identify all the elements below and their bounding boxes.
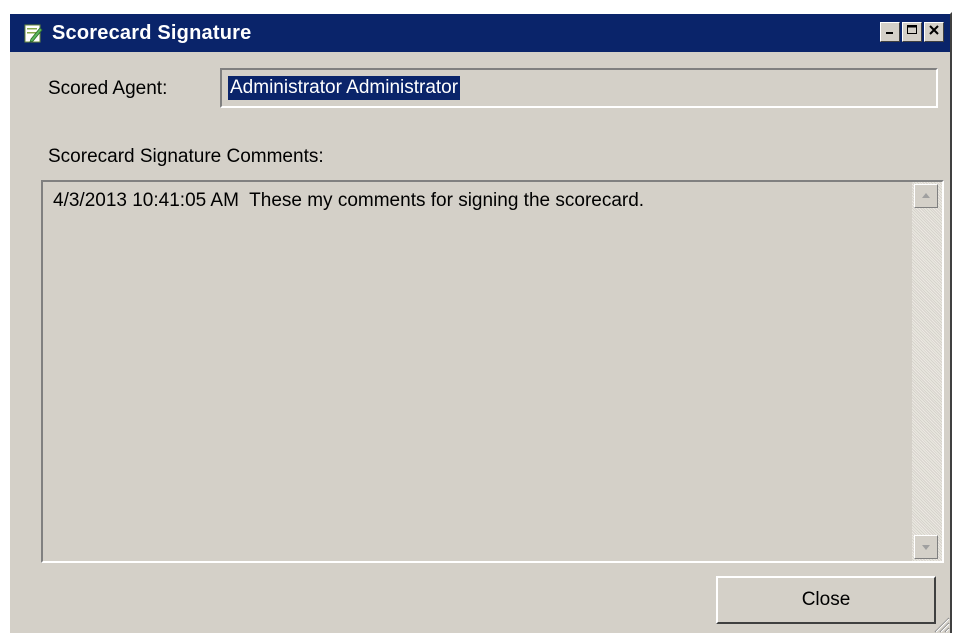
signature-comments-textarea[interactable]: 4/3/2013 10:41:05 AM These my comments f…	[41, 180, 944, 563]
close-icon	[928, 23, 940, 41]
scored-agent-label: Scored Agent:	[48, 78, 168, 99]
scored-agent-value: Administrator Administrator	[228, 76, 461, 100]
scorecard-signature-dialog: Scorecard Signature Scored Agent: Admini…	[8, 12, 952, 633]
document-edit-icon	[22, 22, 44, 44]
close-window-button[interactable]	[924, 22, 944, 42]
window-controls	[880, 22, 944, 42]
maximize-icon	[906, 23, 918, 41]
scroll-up-button[interactable]	[914, 184, 938, 208]
scroll-down-button[interactable]	[914, 535, 938, 559]
comments-text: 4/3/2013 10:41:05 AM These my comments f…	[53, 190, 645, 211]
vertical-scrollbar[interactable]	[912, 182, 942, 561]
arrow-down-icon	[921, 538, 931, 556]
scored-agent-field[interactable]: Administrator Administrator	[220, 68, 938, 108]
window-title: Scorecard Signature	[52, 21, 252, 44]
minimize-icon	[884, 23, 896, 41]
resize-grip-icon[interactable]	[930, 613, 950, 633]
arrow-up-icon	[921, 187, 931, 205]
maximize-button[interactable]	[902, 22, 922, 42]
minimize-button[interactable]	[880, 22, 900, 42]
title-bar[interactable]: Scorecard Signature	[10, 14, 950, 52]
close-button[interactable]: Close	[716, 576, 936, 624]
comments-label: Scorecard Signature Comments:	[48, 146, 324, 167]
